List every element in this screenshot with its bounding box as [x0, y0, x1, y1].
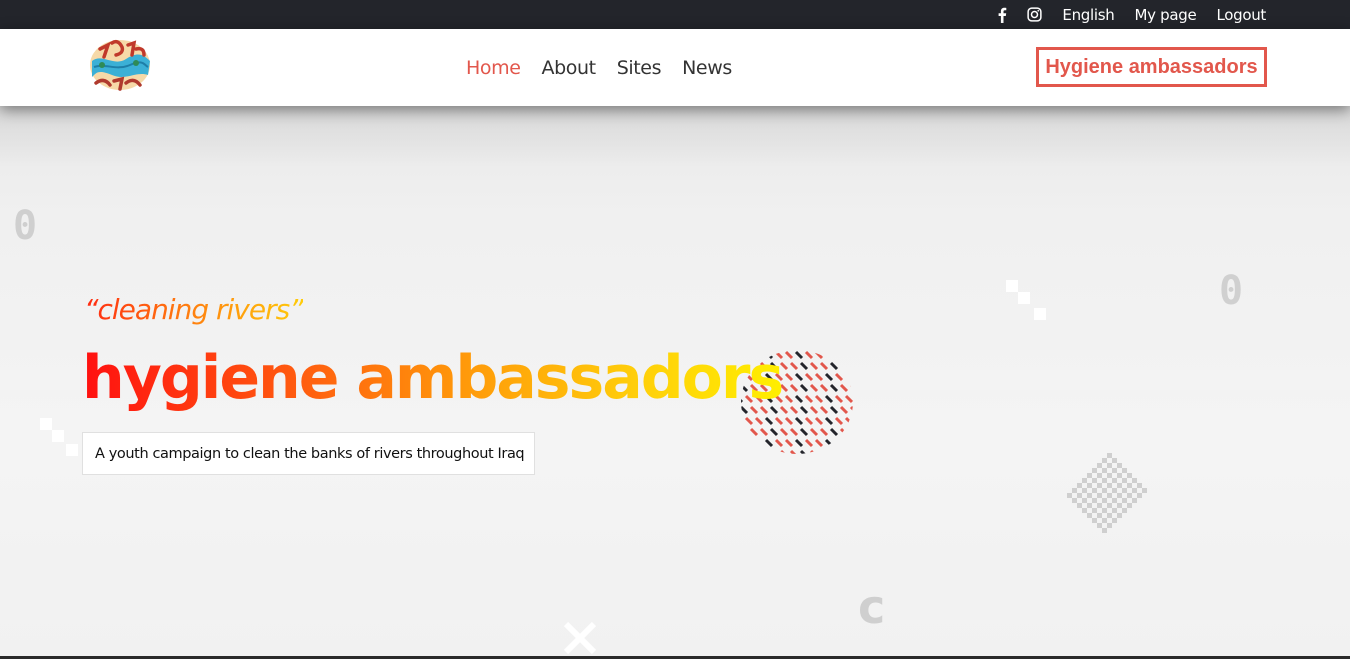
deco-squares-top-right — [1006, 280, 1050, 322]
site-logo[interactable] — [86, 37, 152, 93]
language-link[interactable]: English — [1062, 6, 1114, 24]
deco-c-glyph: c — [858, 580, 886, 634]
top-bar-links: English My page Logout — [997, 0, 1266, 29]
deco-squares-left — [40, 418, 84, 460]
main-menu: Home About Sites News — [466, 29, 732, 106]
logout-link[interactable]: Logout — [1216, 6, 1266, 24]
my-page-link[interactable]: My page — [1134, 6, 1196, 24]
hero-background-blur — [0, 106, 1350, 166]
main-navbar: Home About Sites News Hygiene ambassador… — [0, 29, 1350, 106]
nav-news[interactable]: News — [682, 57, 732, 79]
deco-cross-bottom — [562, 620, 598, 656]
top-bar: English My page Logout — [0, 0, 1350, 29]
deco-diamond-checker — [1066, 452, 1148, 534]
hero-subtitle: A youth campaign to clean the banks of r… — [82, 432, 535, 475]
instagram-icon[interactable] — [1027, 7, 1043, 22]
hero-tagline: “cleaning rivers” — [84, 293, 304, 326]
nav-sites[interactable]: Sites — [617, 57, 662, 79]
deco-zero-right: 0 — [1219, 268, 1244, 314]
nav-about[interactable]: About — [542, 57, 597, 79]
hero-headline: hygiene ambassadors — [82, 343, 784, 413]
facebook-icon[interactable] — [997, 7, 1007, 23]
deco-zero-left: 0 — [13, 203, 38, 249]
hygiene-ambassadors-button[interactable]: Hygiene ambassadors — [1036, 47, 1267, 87]
nav-home[interactable]: Home — [466, 57, 521, 79]
